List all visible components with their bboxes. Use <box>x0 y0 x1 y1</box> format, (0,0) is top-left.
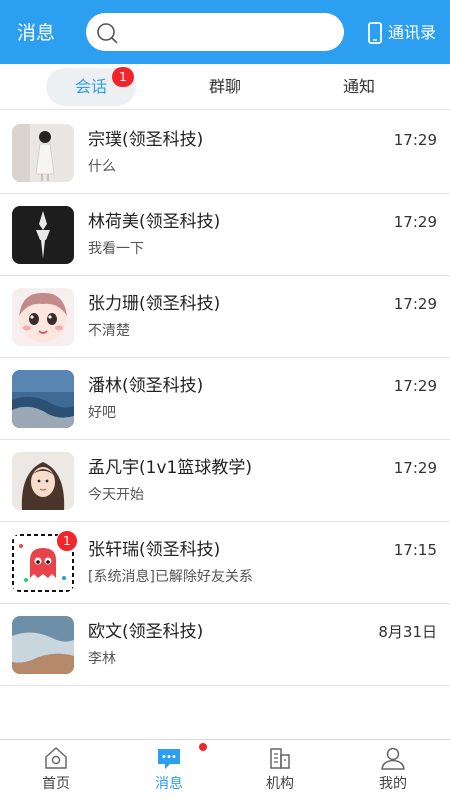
profile-icon <box>381 747 405 770</box>
tab-notifications[interactable]: 通知 <box>314 68 404 106</box>
conversation-row[interactable]: 张力珊(领圣科技) 不清楚 17:29 <box>0 276 450 358</box>
message-time: 17:15 <box>393 541 437 559</box>
conversation-row[interactable]: 潘林(领圣科技) 好吧 17:29 <box>0 358 450 440</box>
message-preview: 不清楚 <box>88 323 130 339</box>
message-time: 17:29 <box>393 295 437 313</box>
message-preview: 今天开始 <box>88 487 144 503</box>
message-preview: 什么 <box>88 159 116 175</box>
avatar <box>12 370 74 428</box>
avatar <box>12 452 74 510</box>
conversation-list: 宗璞(领圣科技) 什么 17:29 林荷美(领圣科技) 我看一下 17:29 张… <box>0 112 450 686</box>
contact-name: 张力珊(领圣科技) <box>88 294 221 314</box>
avatar <box>12 124 74 182</box>
contact-name: 张轩瑞(领圣科技) <box>88 540 221 560</box>
bottom-nav: 首页 消息 机构 我的 <box>0 739 450 800</box>
notification-dot <box>199 743 207 751</box>
message-time: 17:29 <box>393 213 437 231</box>
search-input[interactable] <box>86 13 344 51</box>
message-tabs: 会话 群聊 通知 <box>0 64 450 110</box>
nav-label: 我的 <box>379 776 407 792</box>
contacts-label: 通讯录 <box>388 23 437 42</box>
message-preview: 好吧 <box>88 405 116 421</box>
contact-name: 欧文(领圣科技) <box>88 622 204 642</box>
message-icon <box>158 749 180 769</box>
nav-profile[interactable]: 我的 <box>363 746 423 794</box>
message-time: 8月31日 <box>378 623 437 641</box>
nav-messages[interactable]: 消息 <box>139 746 199 794</box>
unread-badge: 1 <box>56 530 78 552</box>
phone-icon <box>368 22 382 44</box>
top-bar: 消息 通讯录 <box>0 0 450 64</box>
nav-label: 首页 <box>42 776 70 792</box>
home-icon <box>45 747 67 769</box>
contact-name: 孟凡宇(1v1篮球教学) <box>88 458 252 478</box>
nav-label: 机构 <box>266 776 294 792</box>
message-preview: [系统消息]已解除好友关系 <box>88 569 253 585</box>
unread-badge: 1 <box>112 67 134 87</box>
message-time: 17:29 <box>393 131 437 149</box>
tab-group-chats[interactable]: 群聊 <box>180 68 270 106</box>
avatar <box>12 206 74 264</box>
message-preview: 李林 <box>88 651 116 667</box>
nav-institutions[interactable]: 机构 <box>250 746 310 794</box>
nav-label: 消息 <box>155 776 183 792</box>
contact-name: 林荷美(领圣科技) <box>88 212 221 232</box>
conversation-row[interactable]: 欧文(领圣科技) 李林 8月31日 <box>0 604 450 686</box>
conversation-row[interactable]: 宗璞(领圣科技) 什么 17:29 <box>0 112 450 194</box>
contact-name: 潘林(领圣科技) <box>88 376 204 396</box>
conversation-row[interactable]: 1 张轩瑞(领圣科技) [系统消息]已解除好友关系 17:15 <box>0 522 450 604</box>
message-time: 17:29 <box>393 459 437 477</box>
nav-home[interactable]: 首页 <box>26 746 86 794</box>
message-preview: 我看一下 <box>88 241 144 257</box>
contacts-button[interactable]: 通讯录 <box>368 21 436 45</box>
message-time: 17:29 <box>393 377 437 395</box>
conversation-row[interactable]: 孟凡宇(1v1篮球教学) 今天开始 17:29 <box>0 440 450 522</box>
contact-name: 宗璞(领圣科技) <box>88 130 204 150</box>
search-icon <box>97 23 118 44</box>
avatar <box>12 288 74 346</box>
avatar <box>12 616 74 674</box>
building-icon <box>270 748 290 769</box>
conversation-row[interactable]: 林荷美(领圣科技) 我看一下 17:29 <box>0 194 450 276</box>
page-title: 消息 <box>17 22 56 44</box>
